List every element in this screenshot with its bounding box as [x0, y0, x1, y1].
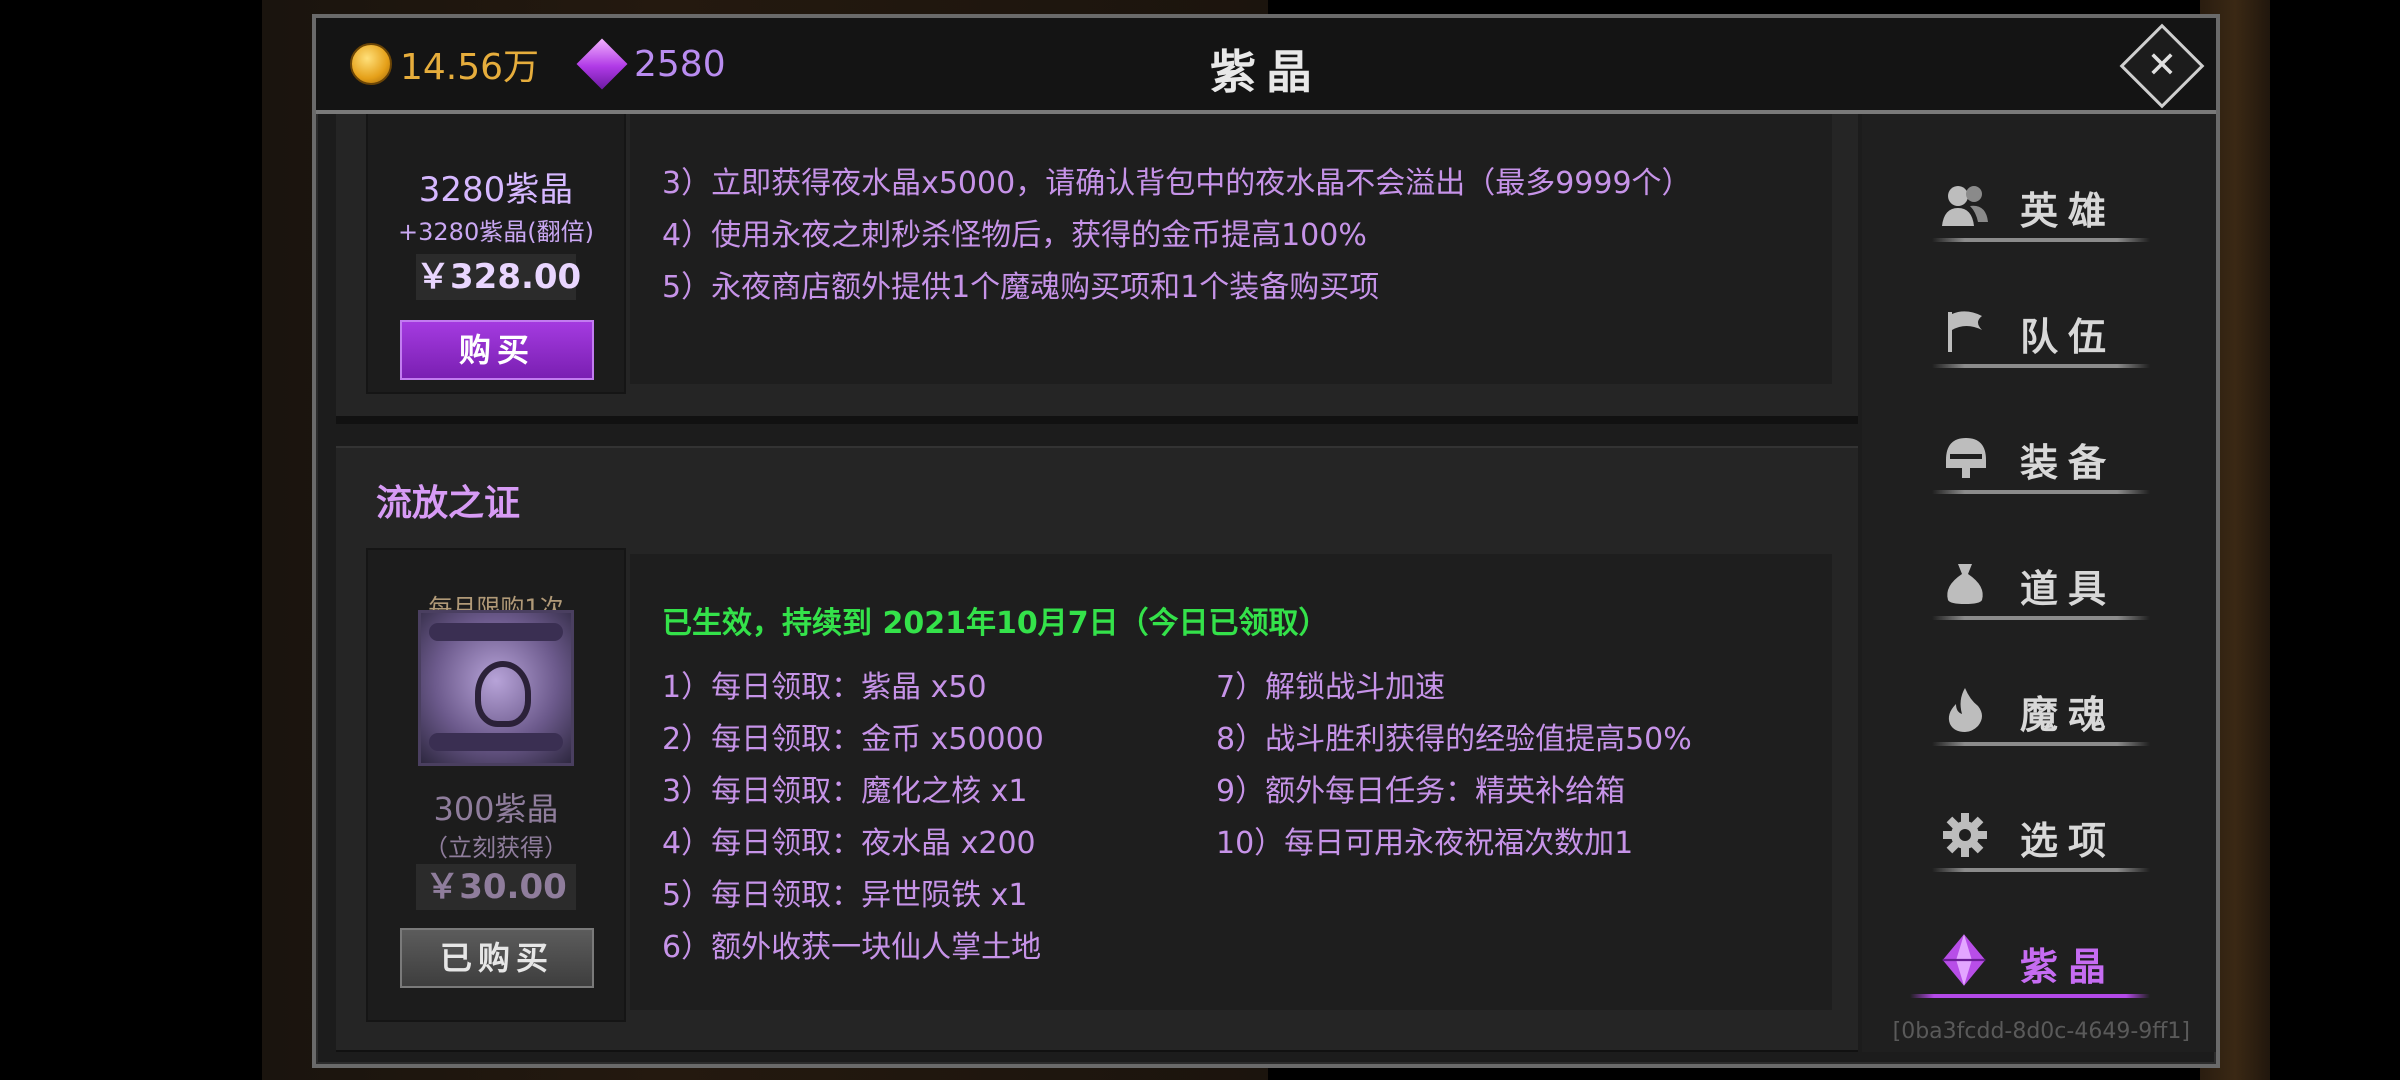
status-text: 已生效，持续到 2021年10月7日（今日已领取） [662, 606, 1329, 641]
sidebar-item-label: 英雄 [2020, 189, 2117, 233]
sidebar-item-items[interactable]: 道具 [1932, 550, 2150, 620]
shop-modal: 14.56万 2580 紫晶 ✕ 3280紫晶 +3280紫晶(翻倍) ￥328… [312, 14, 2220, 1068]
crystal-icon [1942, 934, 1986, 986]
benefit-line: 5）每日领取：异世陨铁 x1 [662, 878, 1028, 913]
heroes-icon [1942, 186, 1988, 226]
sidebar-item-equipment[interactable]: 装备 [1932, 424, 2150, 494]
flame-icon [1948, 688, 1982, 732]
sidebar-item-label: 魔魂 [2020, 693, 2117, 737]
close-icon: ✕ [2146, 45, 2178, 86]
benefit-line: 5）永夜商店额外提供1个魔魂购买项和1个装备购买项 [662, 270, 1380, 305]
benefit-line: 6）额外收获一块仙人掌土地 [662, 930, 1042, 965]
sidebar-item-label: 装备 [2020, 441, 2117, 485]
sidebar-item-soul[interactable]: 魔魂 [1932, 676, 2150, 746]
gear-icon [1943, 813, 1987, 857]
benefit-line: 8）战斗胜利获得的经验值提高50% [1216, 722, 1692, 757]
offer-item-box: 3280紫晶 +3280紫晶(翻倍) ￥328.00 购买 [366, 114, 626, 394]
benefit-line: 2）每日领取：金币 x50000 [662, 722, 1044, 757]
offer-list[interactable]: 3280紫晶 +3280紫晶(翻倍) ￥328.00 购买 3）立即获得夜水晶x… [336, 114, 1858, 1052]
offer-title: 流放之证 [376, 483, 521, 524]
flag-icon [1948, 311, 1982, 352]
benefit-line: 7）解锁战斗加速 [1216, 670, 1446, 705]
sidebar-item-label: 紫晶 [2020, 945, 2117, 989]
modal-header: 14.56万 2580 紫晶 ✕ [316, 18, 2216, 114]
offer-amount: 300紫晶 [433, 790, 559, 828]
offer-price: ￥30.00 [416, 864, 576, 910]
offer-card-3280: 3280紫晶 +3280紫晶(翻倍) ￥328.00 购买 3）立即获得夜水晶x… [336, 114, 1858, 424]
game-screen: 14.56万 2580 紫晶 ✕ 3280紫晶 +3280紫晶(翻倍) ￥328… [0, 0, 2400, 1080]
bag-icon [1947, 564, 1983, 604]
offer-card-exile: 流放之证 每月限购1次 300紫晶 （立刻获得） ￥30.00 已购买 已生效，… [336, 446, 1858, 1052]
benefit-line: 3）立即获得夜水晶x5000，请确认背包中的夜水晶不会溢出（最多9999个） [662, 166, 1692, 201]
sidebar-item-label: 道具 [2020, 567, 2117, 611]
benefit-line: 4）使用永夜之刺秒杀怪物后，获得的金币提高100% [662, 218, 1367, 253]
sidebar-item-team[interactable]: 队伍 [1932, 298, 2150, 368]
offer-item-box: 每月限购1次 300紫晶 （立刻获得） ￥30.00 已购买 [366, 548, 626, 1022]
offer-bonus: +3280紫晶(翻倍) [398, 218, 594, 246]
buy-button[interactable]: 购买 [400, 320, 594, 380]
sidebar-item-label: 选项 [2020, 819, 2117, 863]
offer-description: 已生效，持续到 2021年10月7日（今日已领取） 1）每日领取：紫晶 x50 … [630, 554, 1832, 1010]
user-id: [0ba3fcdd-8d0c-4649-9ff1] [1892, 1019, 2190, 1044]
offer-amount: 3280紫晶 [418, 170, 574, 210]
scroll-icon [418, 610, 574, 766]
offer-price: ￥328.00 [416, 254, 581, 300]
offer-description: 3）立即获得夜水晶x5000，请确认背包中的夜水晶不会溢出（最多9999个） 4… [630, 114, 1832, 384]
sidebar-item-options[interactable]: 选项 [1932, 802, 2150, 872]
page-title: 紫晶 [1210, 45, 1322, 99]
helmet-icon [1946, 438, 1986, 478]
sidebar-item-heroes[interactable]: 英雄 [1932, 172, 2150, 242]
benefit-line: 3）每日领取：魔化之核 x1 [662, 774, 1028, 809]
benefit-line: 10）每日可用永夜祝福次数加1 [1216, 826, 1634, 861]
sidebar-item-crystal[interactable]: 紫晶 [1910, 928, 2150, 998]
sidebar-item-label: 队伍 [2020, 315, 2117, 359]
sidebar-nav: 英雄 队伍 装备 道具 魔魂 选项 紫晶 [0ba3fcdd-8d0c-4649… [1862, 114, 2216, 1052]
benefit-line: 9）额外每日任务：精英补给箱 [1216, 774, 1626, 809]
benefit-line: 1）每日领取：紫晶 x50 [662, 670, 987, 705]
purchased-button[interactable]: 已购买 [400, 928, 594, 988]
benefit-line: 4）每日领取：夜水晶 x200 [662, 826, 1036, 861]
offer-note: （立刻获得） [424, 834, 568, 862]
